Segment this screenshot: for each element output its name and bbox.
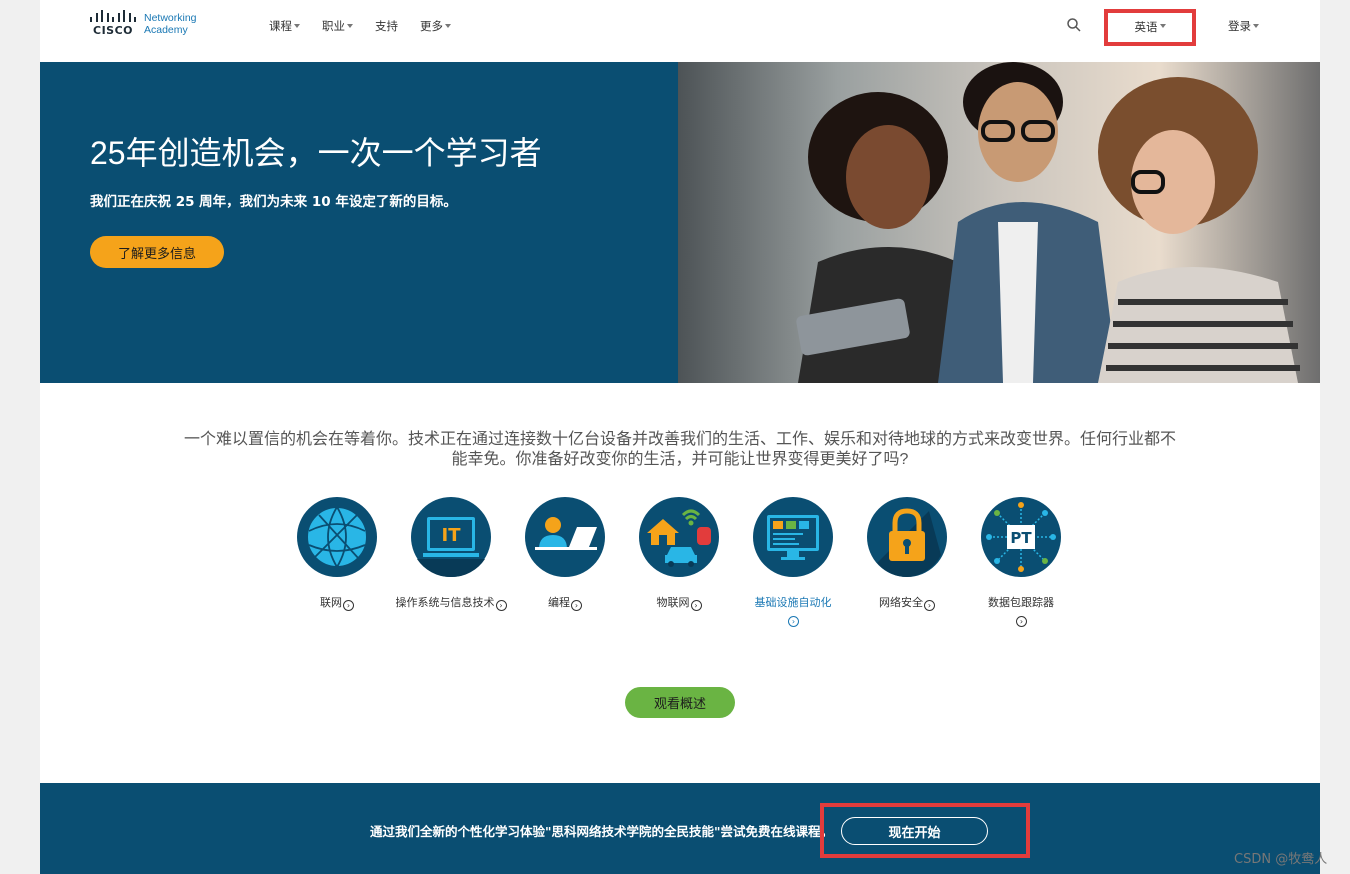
track-programming[interactable]: 编程 › [508, 497, 622, 611]
top-navbar: CISCO Networking Academy 课程 职业 支持 更多 英语 … [40, 0, 1320, 62]
track-cybersecurity[interactable]: 网络安全 › [850, 497, 964, 611]
logo-line-1: Networking [144, 12, 197, 24]
track-packet-tracer-text: 数据包跟踪器 [988, 596, 1054, 609]
track-networking[interactable]: 联网 › [280, 497, 394, 611]
arrow-circle-right-icon: › [571, 600, 582, 611]
main-nav: 课程 职业 支持 更多 [269, 18, 473, 34]
track-iot-text: 物联网 [656, 596, 690, 609]
csdn-watermark: CSDN @牧鸯人 [1234, 852, 1328, 867]
track-os-it-text: 操作系统与信息技术 [395, 596, 495, 609]
arrow-circle-right-icon: › [924, 600, 935, 611]
arrow-circle-right-icon: › [343, 600, 354, 611]
track-cybersecurity-text: 网络安全 [879, 596, 923, 609]
students-photo-placeholder [678, 62, 1320, 383]
globe-network-icon [297, 497, 377, 577]
programmer-laptop-icon [525, 497, 605, 577]
track-programming-text: 编程 [548, 596, 570, 609]
intro-paragraph: 一个难以置信的机会在等着你。技术正在通过连接数十亿台设备并改善我们的生活、工作、… [183, 431, 1176, 468]
it-monitor-icon: IT [411, 497, 491, 577]
language-selector[interactable]: 英语 [1104, 9, 1196, 46]
track-iot[interactable]: 物联网 › [622, 497, 736, 611]
logo-word: CISCO [93, 24, 134, 37]
skills-for-all-banner: 通过我们全新的个性化学习体验"思科网络技术学院的全民技能"尝试免费在线课程。 现… [40, 783, 1320, 874]
start-now-button[interactable]: 现在开始 [841, 817, 988, 845]
chevron-down-icon [1253, 24, 1259, 28]
track-programming-label: 编程 › [508, 595, 622, 611]
hero-photo-students [678, 62, 1320, 383]
arrow-circle-right-icon: › [690, 600, 702, 611]
track-infrastructure-automation[interactable]: 基础设施自动化 › [736, 497, 850, 627]
logo-text: Networking Academy [144, 12, 197, 36]
hero-title: 25年创造机会，一次一个学习者 [90, 135, 542, 171]
svg-text:PT: PT [1010, 529, 1032, 547]
track-infrastructure-automation-text: 基础设施自动化 [754, 596, 832, 609]
hero-banner: 25年创造机会，一次一个学习者 我们正在庆祝 25 周年，我们为未来 10 年设… [40, 62, 1320, 383]
iot-devices-icon [639, 497, 719, 577]
track-os-it[interactable]: IT 操作系统与信息技术 › [394, 497, 508, 611]
track-os-it-label: 操作系统与信息技术 › [394, 595, 508, 611]
arrow-circle-right-icon: › [1016, 616, 1027, 627]
svg-text:IT: IT [442, 525, 462, 546]
cisco-networking-academy-logo[interactable]: CISCO Networking Academy [90, 10, 197, 38]
code-monitor-icon [753, 497, 833, 577]
track-cybersecurity-label: 网络安全 › [850, 595, 964, 611]
login-label: 登录 [1228, 19, 1251, 33]
hero-subtitle: 我们正在庆祝 25 周年，我们为未来 10 年设定了新的目标。 [90, 194, 457, 210]
hero-text-panel: 25年创造机会，一次一个学习者 我们正在庆祝 25 周年，我们为未来 10 年设… [40, 62, 678, 383]
nav-courses-label: 课程 [269, 19, 292, 33]
track-iot-label: 物联网 › [622, 595, 736, 611]
nav-support[interactable]: 支持 [375, 18, 398, 34]
nav-more-label: 更多 [420, 19, 443, 33]
track-packet-tracer-label: 数据包跟踪器 › [964, 595, 1078, 627]
chevron-down-icon [347, 24, 353, 28]
nav-support-label: 支持 [375, 19, 398, 33]
track-networking-text: 联网 [320, 596, 342, 609]
chevron-down-icon [294, 24, 300, 28]
track-packet-tracer[interactable]: PT 数据包跟踪器 › [964, 497, 1078, 627]
arrow-circle-right-icon: › [495, 600, 507, 611]
arrow-circle-right-icon: › [788, 616, 799, 627]
nav-courses[interactable]: 课程 [269, 18, 300, 34]
logo-line-2: Academy [144, 24, 188, 36]
banner-text: 通过我们全新的个性化学习体验"思科网络技术学院的全民技能"尝试免费在线课程。 [370, 824, 834, 839]
learn-more-button[interactable]: 了解更多信息 [90, 236, 224, 268]
course-tracks: 联网 › IT 操作系统与信息技术 › 编程 › 物联网 › 基础设施自动化 ›… [280, 497, 1100, 637]
padlock-icon [867, 497, 947, 577]
search-icon[interactable] [1066, 17, 1082, 33]
chevron-down-icon [1159, 24, 1166, 28]
nav-careers-label: 职业 [322, 19, 345, 33]
language-label: 英语 [1134, 20, 1158, 34]
nav-more[interactable]: 更多 [420, 18, 451, 34]
login-menu[interactable]: 登录 [1228, 18, 1259, 34]
track-networking-label: 联网 › [280, 595, 394, 611]
chevron-down-icon [445, 24, 451, 28]
page: CISCO Networking Academy 课程 职业 支持 更多 英语 … [40, 0, 1320, 874]
watch-overview-button[interactable]: 观看概述 [625, 687, 735, 718]
cisco-logo-icon: CISCO [90, 10, 136, 38]
track-infrastructure-automation-label: 基础设施自动化 › [736, 595, 850, 627]
nav-careers[interactable]: 职业 [322, 18, 353, 34]
packet-tracer-icon: PT [981, 497, 1061, 577]
